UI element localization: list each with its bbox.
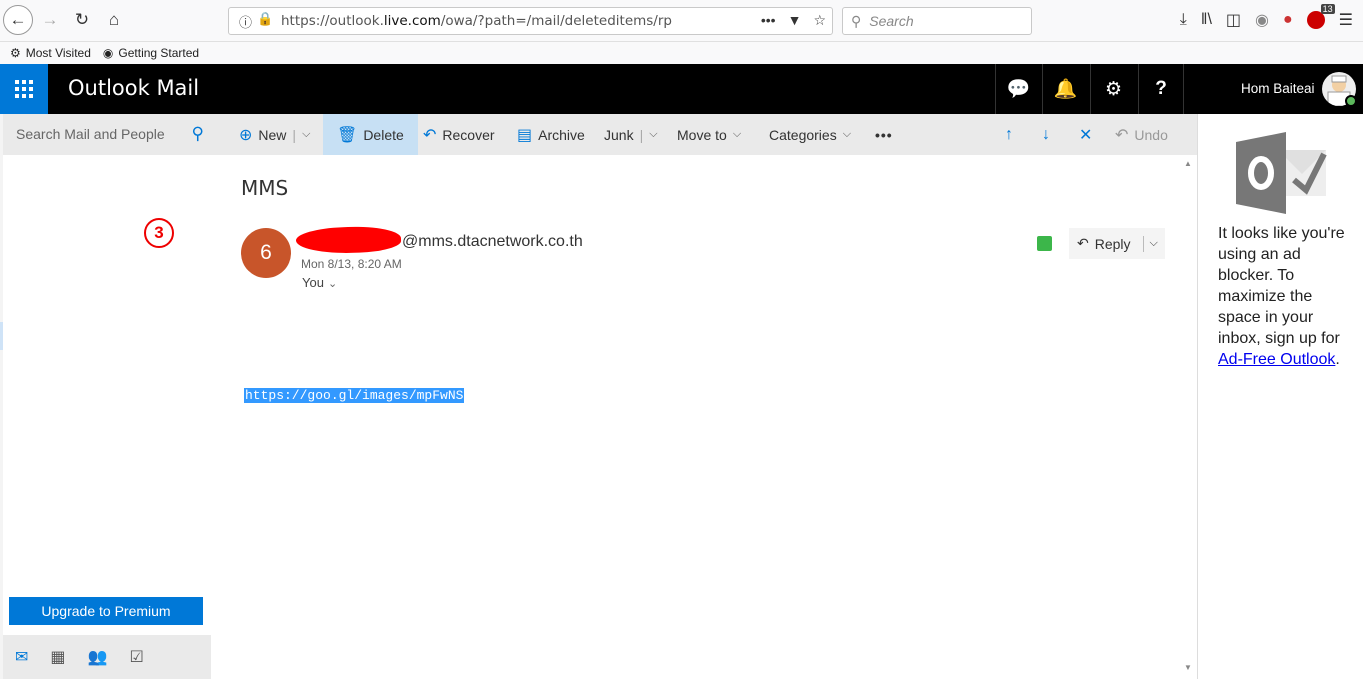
more-actions-icon[interactable]: •••: [867, 114, 901, 155]
user-name[interactable]: Hom Baiteai: [1241, 81, 1315, 96]
ad-blocker-message: It looks like you're using an ad blocker…: [1218, 225, 1345, 368]
reload-icon[interactable]: ↻: [68, 6, 96, 34]
upgrade-premium-button[interactable]: Upgrade to Premium: [9, 597, 203, 625]
chevron-down-icon: ⌵: [842, 128, 852, 140]
delete-button[interactable]: 🗑 Delete: [323, 114, 418, 155]
selection-marker: [0, 322, 3, 350]
recover-button[interactable]: ↶ Recover: [415, 114, 503, 155]
next-arrow-icon[interactable]: ↓: [1034, 114, 1058, 155]
scroll-down-icon[interactable]: ▼: [1184, 663, 1192, 672]
presence-badge: [1345, 95, 1357, 107]
ad-pane: It looks like you're using an ad blocker…: [1197, 114, 1363, 679]
folder-pane: Search Mail and People ⚲ 3 Upgrade to Pr…: [0, 114, 214, 679]
undo-button[interactable]: ↶ Undo: [1107, 114, 1176, 155]
home-icon[interactable]: ⌂: [100, 6, 128, 34]
undo-arrow-icon: ↶: [423, 126, 437, 144]
sidebar-icon[interactable]: ◫: [1226, 10, 1241, 30]
expand-chevron-icon[interactable]: ⌄: [328, 278, 337, 290]
outlook-logo-icon: [1236, 132, 1327, 214]
reply-arrow-icon: ↶: [1077, 235, 1089, 251]
calendar-icon[interactable]: ▦: [50, 647, 65, 667]
bookmarks-bar: ⚙ Most Visited ◉ Getting Started: [0, 42, 1363, 64]
sender-avatar[interactable]: 6: [241, 228, 291, 278]
page-actions-icon[interactable]: •••: [761, 12, 776, 29]
url-text[interactable]: https://outlook.live.com/owa/?path=/mail…: [281, 13, 672, 29]
address-bar[interactable]: ⓘ 🔒 https://outlook.live.com/owa/?path=/…: [228, 7, 833, 35]
ad-free-outlook-link[interactable]: Ad-Free Outlook: [1218, 351, 1335, 368]
chevron-down-icon[interactable]: ⌵: [302, 128, 310, 141]
chevron-down-icon[interactable]: ⌵: [649, 128, 657, 141]
pocket-icon[interactable]: ▼: [788, 12, 802, 29]
move-to-button[interactable]: Move to ⌵: [669, 114, 749, 155]
sender-email[interactable]: @mms.dtacnetwork.co.th: [402, 233, 583, 251]
bookmark-most-visited[interactable]: ⚙ Most Visited: [10, 46, 91, 60]
scrollbar[interactable]: ▲ ▼: [1181, 155, 1197, 679]
annotation-marker: 3: [144, 218, 174, 248]
app-header: Outlook Mail 💬 🔔 ⚙ ? Hom Baiteai: [0, 64, 1363, 114]
chevron-down-icon: ⌵: [732, 128, 742, 140]
undo-icon: ↶: [1115, 126, 1129, 144]
message-subject: MMS: [241, 176, 289, 200]
previous-arrow-icon[interactable]: ↑: [997, 114, 1021, 155]
bookmark-getting-started[interactable]: ◉ Getting Started: [103, 46, 199, 60]
trash-icon: 🗑: [337, 126, 358, 144]
info-icon[interactable]: ⓘ: [239, 12, 252, 31]
adblock-icon[interactable]: 13: [1306, 4, 1335, 29]
command-bar: ⊕ New | ⌵ 🗑 Delete ↶ Recover ▤ Archive J…: [211, 114, 1197, 155]
gear-icon: ⚙: [10, 46, 21, 60]
junk-button[interactable]: Junk | ⌵: [596, 114, 666, 155]
redaction-mark: [295, 225, 402, 255]
bell-icon[interactable]: 🔔: [1042, 64, 1088, 114]
bookmark-star-icon[interactable]: ☆: [813, 12, 826, 29]
extension-balls-icon[interactable]: ●: [1283, 11, 1293, 29]
tasks-icon[interactable]: ☑: [129, 647, 143, 667]
browser-search-input[interactable]: ⚲ Search: [842, 7, 1032, 35]
new-button[interactable]: ⊕ New | ⌵: [231, 114, 318, 155]
search-mail-input[interactable]: Search Mail and People ⚲: [3, 114, 214, 155]
archive-icon: ▤: [517, 126, 533, 144]
lock-icon[interactable]: 🔒: [257, 11, 273, 27]
message-body-link[interactable]: https://goo.gl/images/mpFwNS: [244, 388, 465, 403]
download-icon[interactable]: ⤓: [1180, 11, 1187, 29]
mail-icon[interactable]: ✉: [15, 647, 28, 667]
close-icon[interactable]: ✕: [1071, 114, 1100, 155]
categories-button[interactable]: Categories ⌵: [761, 114, 859, 155]
gear-icon[interactable]: ⚙: [1090, 64, 1136, 114]
chevron-down-icon[interactable]: ⌵: [1150, 237, 1158, 250]
back-arrow-icon[interactable]: ←: [3, 5, 33, 35]
reply-button[interactable]: ↶ Reply ⌵: [1069, 228, 1165, 259]
menu-icon[interactable]: ☰: [1339, 10, 1353, 30]
scroll-up-icon[interactable]: ▲: [1184, 159, 1192, 168]
app-launcher-icon[interactable]: [0, 64, 48, 114]
chat-icon[interactable]: 💬: [995, 64, 1041, 114]
globe-icon: ◉: [102, 46, 114, 60]
module-switcher: ✉ ▦ 👥 ☑: [3, 635, 214, 679]
recipient-list[interactable]: You ⌄: [302, 275, 337, 290]
sent-time: Mon 8/13, 8:20 AM: [301, 257, 402, 271]
app-title[interactable]: Outlook Mail: [68, 76, 199, 100]
help-icon[interactable]: ?: [1138, 64, 1184, 114]
evernote-icon[interactable]: [1037, 236, 1052, 251]
search-icon[interactable]: ⚲: [192, 124, 204, 144]
forward-arrow-icon[interactable]: →: [36, 6, 64, 34]
library-icon[interactable]: ‖\: [1201, 11, 1212, 29]
archive-button[interactable]: ▤ Archive: [509, 114, 593, 155]
extension-check-icon[interactable]: ◉: [1255, 10, 1269, 30]
reading-pane: MMS 6 @mms.dtacnetwork.co.th Mon 8/13, 8…: [211, 155, 1197, 679]
people-icon[interactable]: 👥: [88, 647, 108, 667]
browser-toolbar: ← → ↻ ⌂ ⓘ 🔒 https://outlook.live.com/owa…: [0, 0, 1363, 42]
plus-icon: ⊕: [239, 126, 253, 144]
search-icon: ⚲: [851, 12, 862, 29]
